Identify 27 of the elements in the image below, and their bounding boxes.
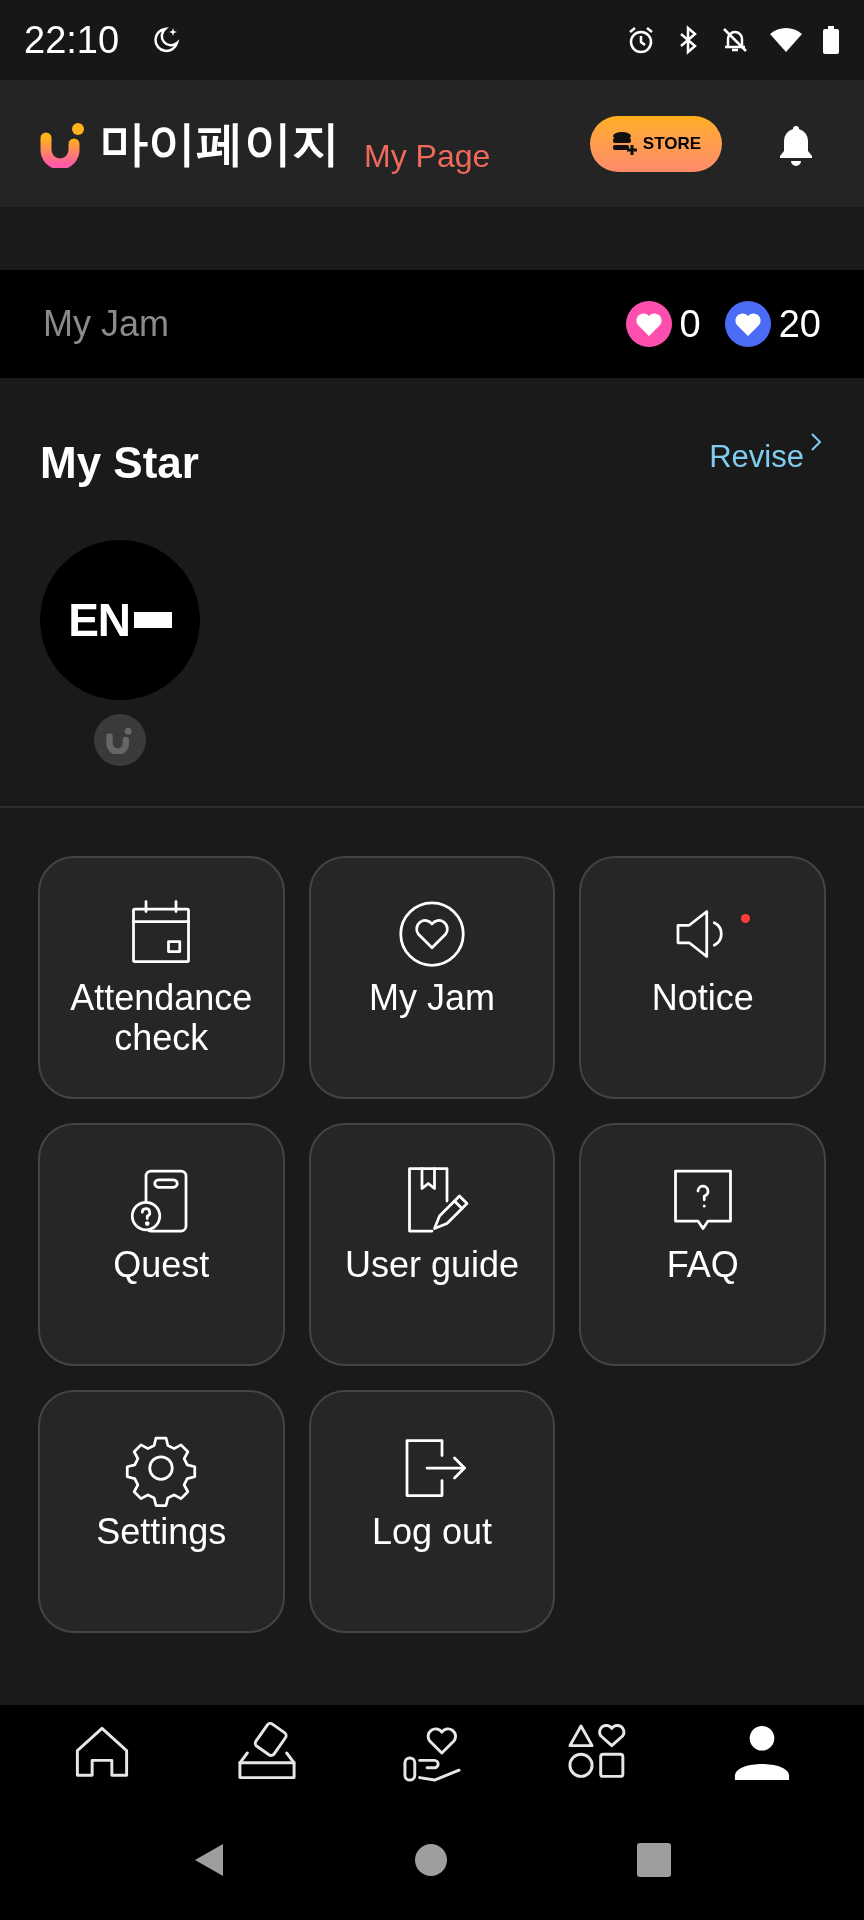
jam-count: 20 <box>778 301 821 347</box>
page-subtitle: My Page <box>364 136 491 176</box>
menu-tile[interactable]: Log out <box>308 1390 556 1633</box>
menu-tile[interactable]: Settings <box>38 1390 285 1633</box>
battery-icon <box>822 25 840 55</box>
section-title: My Star <box>40 437 199 489</box>
menu-tile[interactable]: Attendance check <box>38 856 285 1099</box>
app-logo-icon <box>106 726 134 754</box>
menu-tile[interactable]: User guide <box>308 1123 556 1366</box>
menu-tile[interactable]: FAQ <box>579 1123 826 1366</box>
store-button[interactable]: STORE <box>590 115 722 172</box>
jam-count: 0 <box>679 301 701 347</box>
home-circle-icon[interactable] <box>415 1844 447 1876</box>
revise-link[interactable]: Revise <box>709 434 824 481</box>
star-logo: EN <box>68 597 130 643</box>
wifi-icon <box>770 26 802 54</box>
logo-bar-icon <box>133 612 172 628</box>
back-icon[interactable] <box>193 1842 225 1878</box>
coins-plus-icon <box>610 129 639 158</box>
star-avatar[interactable]: EN <box>40 540 200 700</box>
jam-label: My Jam <box>43 302 170 346</box>
page-title: 마이페이지 <box>100 115 340 172</box>
menu-tile[interactable]: My Jam <box>308 856 556 1099</box>
menu-tile[interactable]: Notice <box>579 856 826 1099</box>
moon-icon <box>151 25 182 55</box>
status-time: 22:10 <box>24 17 120 63</box>
menu-tile[interactable]: Quest <box>38 1123 285 1366</box>
